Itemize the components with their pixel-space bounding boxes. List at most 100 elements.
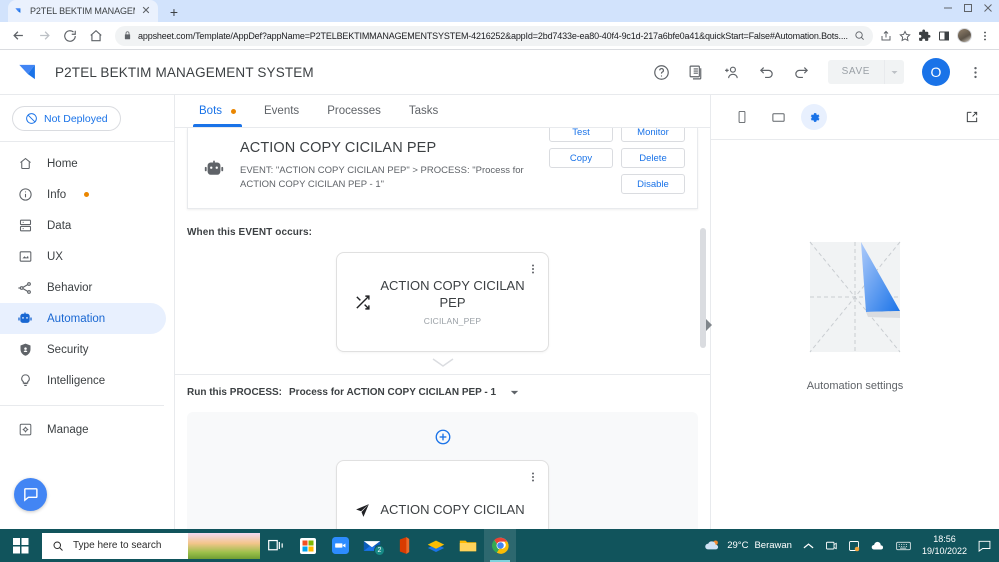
not-deployed-icon: [26, 113, 37, 124]
plus-icon[interactable]: +: [162, 2, 186, 22]
sidebar-item-intelligence[interactable]: Intelligence: [0, 365, 166, 396]
connector-chevron-icon: [175, 358, 710, 368]
minimize-icon[interactable]: [943, 3, 953, 13]
sidebar-item-ux[interactable]: UX: [0, 241, 166, 272]
forward-arrow-icon[interactable]: [32, 24, 56, 48]
close-window-icon[interactable]: [983, 3, 993, 13]
robot-icon: [200, 146, 228, 194]
sidebar-item-automation[interactable]: Automation: [0, 303, 166, 334]
add-user-icon[interactable]: [723, 64, 740, 81]
save-button-group[interactable]: SAVE: [827, 60, 904, 84]
event-node-wrap: ACTION COPY CICILAN PEP CICILAN_PEP: [175, 238, 710, 352]
search-input[interactable]: Type here to search: [42, 532, 260, 559]
chat-bubble-icon[interactable]: [14, 478, 47, 511]
monitor-button[interactable]: Monitor: [621, 128, 685, 142]
cloud-icon[interactable]: [871, 541, 885, 551]
browser-action-icons: [880, 28, 993, 43]
keyboard-icon[interactable]: [896, 541, 911, 551]
zoom-icon[interactable]: [324, 529, 356, 562]
file-explorer-icon[interactable]: [452, 529, 484, 562]
chrome-menu-icon[interactable]: [979, 30, 991, 42]
copy-button[interactable]: Copy: [549, 148, 613, 168]
test-button[interactable]: Test: [549, 128, 613, 142]
address-bar[interactable]: appsheet.com/Template/AppDef?appName=P2T…: [115, 25, 873, 46]
windows-start-icon[interactable]: [0, 529, 42, 562]
sidebar-item-security[interactable]: Security: [0, 334, 166, 365]
open-in-new-icon[interactable]: [959, 104, 985, 130]
process-select-value[interactable]: Process for ACTION COPY CICILAN PEP - 1: [289, 387, 496, 398]
browser-tab[interactable]: P2TEL BEKTIM MANAGEMENT S ✕: [8, 0, 158, 22]
teams-icon[interactable]: [825, 540, 837, 552]
send-paper-plane-icon: [349, 502, 375, 519]
chevron-down-icon[interactable]: [884, 60, 904, 84]
profile-avatar-icon[interactable]: [957, 28, 972, 43]
tab-processes[interactable]: Processes: [313, 95, 395, 127]
sidebar-item-data[interactable]: Data: [0, 210, 166, 241]
tab-bots[interactable]: Bots: [185, 95, 250, 127]
disable-button[interactable]: Disable: [621, 174, 685, 194]
deploy-status-chip[interactable]: Not Deployed: [12, 106, 121, 131]
extensions-puzzle-icon[interactable]: [918, 29, 931, 42]
back-arrow-icon[interactable]: [6, 24, 30, 48]
redo-icon[interactable]: [793, 64, 810, 81]
avatar[interactable]: O: [922, 58, 950, 86]
office-icon[interactable]: [388, 529, 420, 562]
tab-tasks[interactable]: Tasks: [395, 95, 452, 127]
sidebar-item-behavior[interactable]: Behavior: [0, 272, 166, 303]
process-node-wrap: ACTION COPY CICILAN: [187, 446, 698, 529]
chrome-icon[interactable]: [484, 529, 516, 562]
weather-widget[interactable]: 29°C Berawan: [704, 539, 792, 552]
chevron-right-icon[interactable]: [702, 312, 716, 338]
event-node-card[interactable]: ACTION COPY CICILAN PEP CICILAN_PEP: [336, 252, 549, 352]
process-node-card[interactable]: ACTION COPY CICILAN: [336, 460, 549, 529]
close-icon[interactable]: ✕: [140, 5, 152, 17]
gear-icon[interactable]: [801, 104, 827, 130]
save-button[interactable]: SAVE: [828, 60, 884, 84]
deploy-status-label: Not Deployed: [44, 112, 108, 125]
maximize-icon[interactable]: [963, 3, 973, 13]
main-content: Bots Events Processes Tasks ACTION COPY …: [175, 95, 712, 529]
process-node-text: ACTION COPY CICILAN: [375, 502, 536, 519]
content-tabs: Bots Events Processes Tasks: [175, 95, 710, 128]
bot-card: ACTION COPY CICILAN PEP EVENT: "ACTION C…: [187, 128, 698, 209]
clock-date: 19/10/2022: [921, 545, 967, 556]
event-node-title: ACTION COPY CICILAN PEP: [380, 277, 525, 310]
onedrive-sync-icon[interactable]: [848, 540, 860, 552]
copy-app-icon[interactable]: [688, 64, 705, 81]
books-icon[interactable]: [420, 529, 452, 562]
add-circle-icon[interactable]: [187, 428, 698, 446]
help-circle-icon[interactable]: [653, 64, 670, 81]
search-zoom-icon[interactable]: [854, 30, 865, 41]
tab-events[interactable]: Events: [250, 95, 313, 127]
right-panel-caption: Automation settings: [806, 379, 904, 392]
delete-button[interactable]: Delete: [621, 148, 685, 168]
tablet-preview-icon[interactable]: [765, 104, 791, 130]
sidebar-item-label: Manage: [47, 423, 89, 436]
task-view-icon[interactable]: [260, 529, 292, 562]
weather-condition: Berawan: [754, 540, 792, 551]
more-vertical-icon[interactable]: [968, 65, 983, 80]
sidebar-item-info[interactable]: Info: [0, 179, 166, 210]
share-icon[interactable]: [880, 30, 892, 42]
microsoft-store-icon[interactable]: [292, 529, 324, 562]
chevron-down-icon[interactable]: [509, 387, 520, 398]
phone-preview-icon[interactable]: [729, 104, 755, 130]
more-vertical-icon[interactable]: [526, 261, 540, 277]
chevron-up-icon[interactable]: [803, 542, 814, 550]
undo-icon[interactable]: [758, 64, 775, 81]
reload-icon[interactable]: [58, 24, 82, 48]
notification-icon[interactable]: [978, 540, 991, 552]
sidebar-item-home[interactable]: Home: [0, 148, 166, 179]
taskbar-clock[interactable]: 18:56 19/10/2022: [922, 534, 967, 557]
bot-info: ACTION COPY CICILAN PEP EVENT: "ACTION C…: [228, 136, 549, 194]
star-icon[interactable]: [899, 29, 911, 42]
sidebar-item-manage[interactable]: Manage: [0, 414, 166, 445]
home-icon[interactable]: [84, 24, 108, 48]
mail-icon[interactable]: 2: [356, 529, 388, 562]
sidepanel-icon[interactable]: [938, 30, 950, 42]
event-node-subtitle: CICILAN_PEP: [423, 316, 482, 327]
behavior-icon: [17, 280, 33, 296]
more-vertical-icon[interactable]: [526, 469, 540, 485]
mail-badge: 2: [374, 545, 385, 556]
shield-icon: [17, 342, 33, 358]
